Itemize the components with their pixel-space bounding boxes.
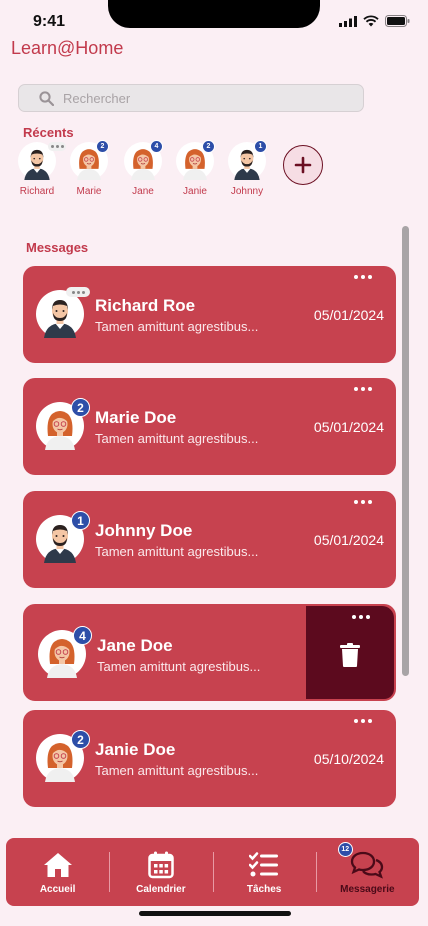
recent-contact[interactable]: Richard xyxy=(15,142,66,197)
trash-icon xyxy=(340,642,360,667)
avatar: 2 xyxy=(36,730,90,782)
wifi-icon xyxy=(363,15,379,27)
unread-badge: 4 xyxy=(150,140,163,153)
message-sender: Marie Doe xyxy=(95,408,177,427)
home-indicator xyxy=(139,911,291,916)
recent-contact-name: Johnny xyxy=(230,186,264,197)
tab-label: Accueil xyxy=(39,884,76,895)
messages-title: Messages xyxy=(26,240,89,255)
plus-icon xyxy=(294,156,312,174)
tab-messagerie[interactable]: 12 Messagerie xyxy=(315,838,419,906)
message-snippet: Tamen amittunt agrestibus... xyxy=(95,763,259,778)
typing-indicator xyxy=(48,142,66,151)
avatar: 1 xyxy=(36,511,90,563)
home-icon xyxy=(43,850,73,880)
notch xyxy=(108,0,320,28)
message-card[interactable]: Richard Roe Tamen amittunt agrestibus...… xyxy=(23,266,396,363)
recent-contact[interactable]: 2 Janie xyxy=(173,140,217,197)
more-options-icon[interactable] xyxy=(352,615,370,619)
message-sender: Janie Doe xyxy=(95,740,176,759)
message-card[interactable]: 1 Johnny Doe Tamen amittunt agrestibus..… xyxy=(23,491,396,588)
avatar: 2 xyxy=(70,140,109,180)
tasks-icon xyxy=(249,850,279,880)
recent-contact[interactable]: 2 Marie xyxy=(67,140,111,197)
chat-icon xyxy=(350,850,384,880)
message-card[interactable]: 4 Jane Doe Tamen amittunt agrestibus... xyxy=(23,604,396,701)
add-contact-button[interactable] xyxy=(283,145,323,185)
recent-contact-name: Marie xyxy=(76,186,102,197)
recent-contact-name: Janie xyxy=(183,186,207,197)
message-sender: Richard Roe xyxy=(95,296,196,315)
more-options-icon[interactable] xyxy=(354,387,372,391)
recent-contact[interactable]: 1 Johnny xyxy=(225,140,269,197)
message-snippet: Tamen amittunt agrestibus... xyxy=(95,431,259,446)
typing-indicator xyxy=(66,287,90,297)
avatar: 4 xyxy=(38,626,92,678)
avatar xyxy=(18,142,66,180)
unread-badge: 2 xyxy=(71,398,90,417)
message-date: 05/10/2024 xyxy=(313,751,384,767)
tab-accueil[interactable]: Accueil xyxy=(6,838,109,906)
status-icons xyxy=(339,15,410,27)
unread-badge: 2 xyxy=(71,730,90,749)
signal-icon xyxy=(339,15,357,27)
app-title: Learn@Home xyxy=(11,38,124,58)
message-snippet: Tamen amittunt agrestibus... xyxy=(95,319,259,334)
message-sender: Johnny Doe xyxy=(95,521,193,540)
recent-contact-name: Jane xyxy=(132,186,154,197)
message-date: 05/01/2024 xyxy=(313,419,384,435)
more-options-icon[interactable] xyxy=(354,275,372,279)
unread-badge: 2 xyxy=(96,140,109,153)
tab-label: Calendrier xyxy=(136,884,186,895)
search-bar[interactable] xyxy=(18,84,364,112)
tab-calendrier[interactable]: Calendrier xyxy=(109,838,212,906)
unread-badge: 2 xyxy=(202,140,215,153)
avatar: 4 xyxy=(124,140,163,180)
search-input[interactable] xyxy=(63,90,343,106)
unread-badge: 1 xyxy=(71,511,90,530)
recents-title: Récents xyxy=(23,125,74,140)
unread-badge: 4 xyxy=(73,626,92,645)
status-time: 9:41 xyxy=(33,13,66,30)
tab-label: Messagerie xyxy=(340,884,395,895)
more-options-icon[interactable] xyxy=(354,500,372,504)
message-card[interactable]: 2 Janie Doe Tamen amittunt agrestibus...… xyxy=(23,710,396,807)
unread-badge: 12 xyxy=(337,842,353,857)
message-card[interactable]: 2 Marie Doe Tamen amittunt agrestibus...… xyxy=(23,378,396,475)
more-options-icon[interactable] xyxy=(354,719,372,723)
calendar-icon xyxy=(148,850,174,880)
avatar xyxy=(36,287,90,338)
recent-contact-name: Richard xyxy=(19,186,55,197)
message-sender: Jane Doe xyxy=(97,636,173,655)
recent-contact[interactable]: 4 Jane xyxy=(121,140,165,197)
avatar: 2 xyxy=(36,398,90,450)
unread-badge: 1 xyxy=(254,140,267,153)
message-date: 05/01/2024 xyxy=(313,532,384,548)
message-snippet: Tamen amittunt agrestibus... xyxy=(95,544,259,559)
delete-button[interactable] xyxy=(306,606,394,699)
tab-label: Tâches xyxy=(246,884,282,895)
message-date: 05/01/2024 xyxy=(313,307,384,323)
battery-icon xyxy=(385,15,410,27)
avatar: 1 xyxy=(228,140,267,180)
avatar: 2 xyxy=(176,140,215,180)
search-icon xyxy=(39,90,54,106)
tab-bar: Accueil Calendrier Tâches 12 Messagerie xyxy=(6,838,419,906)
tab-tâches[interactable]: Tâches xyxy=(212,838,316,906)
message-snippet: Tamen amittunt agrestibus... xyxy=(97,659,261,674)
scrollbar[interactable] xyxy=(402,226,409,676)
